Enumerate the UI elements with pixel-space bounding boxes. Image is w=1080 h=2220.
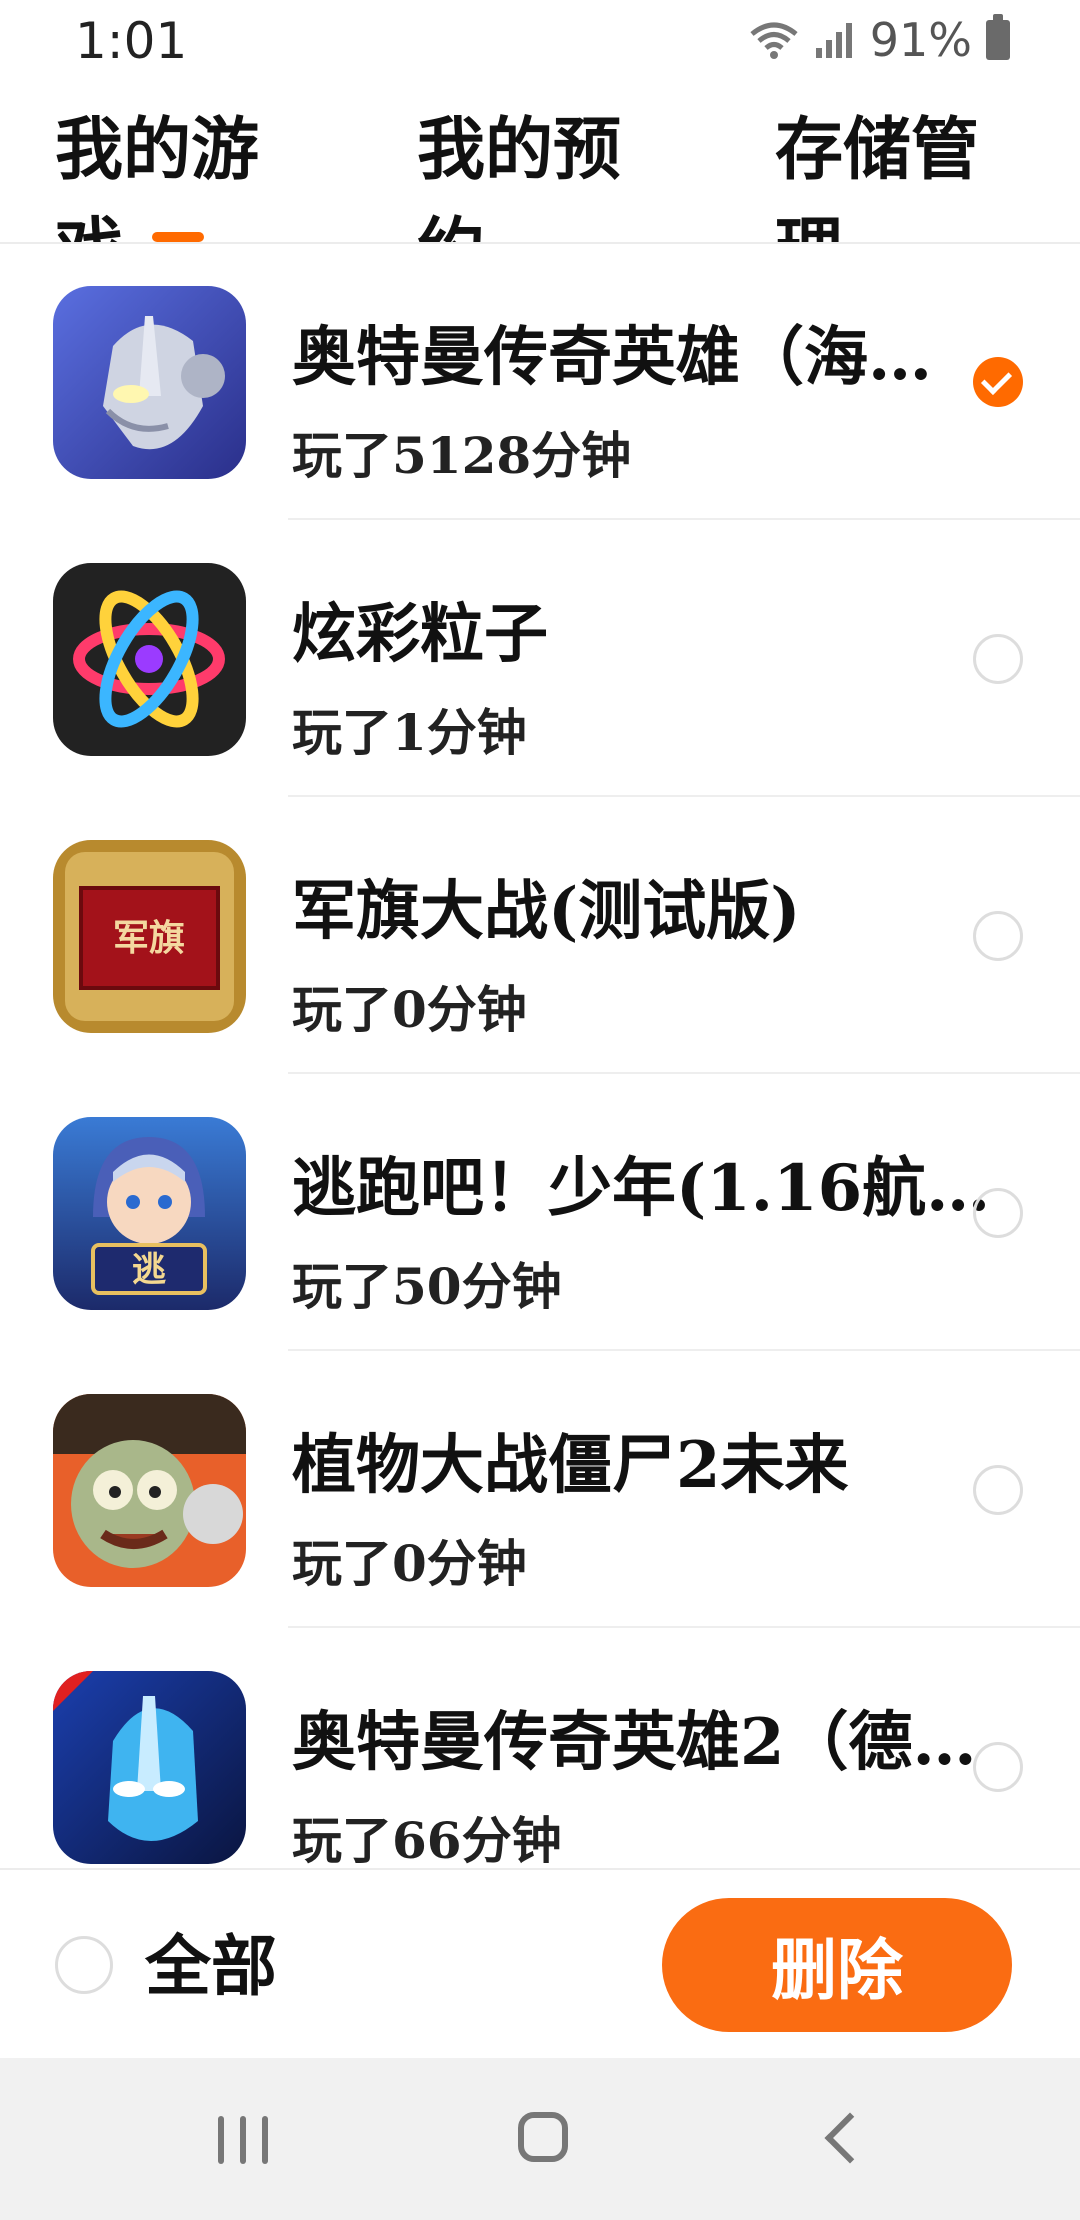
tab-bar: 我的游戏 我的预约 存储管理 bbox=[0, 82, 1080, 244]
atom-particle-icon bbox=[53, 563, 246, 756]
game-playtime: 玩了0分钟 bbox=[292, 1534, 527, 1593]
delete-button[interactable]: 删除 bbox=[662, 1898, 1012, 2032]
select-checkbox[interactable] bbox=[973, 357, 1023, 407]
select-checkbox[interactable] bbox=[973, 1188, 1023, 1238]
select-all-label[interactable]: 全部 bbox=[145, 1928, 277, 2004]
signal-icon bbox=[815, 23, 852, 58]
recent-apps-icon[interactable] bbox=[218, 2116, 268, 2164]
game-title: 炫彩粒子 bbox=[292, 597, 548, 672]
list-item[interactable]: 炫彩粒子 玩了1分钟 bbox=[0, 520, 1080, 797]
list-item[interactable]: 逃 逃跑吧！少年(1.16航… 玩了50分钟 bbox=[0, 1074, 1080, 1351]
status-bar: 1:01 91% bbox=[0, 0, 1080, 82]
game-playtime: 玩了5128分钟 bbox=[292, 426, 632, 485]
status-icons: 91% bbox=[748, 13, 1010, 67]
tab-my-games[interactable]: 我的游戏 bbox=[55, 100, 295, 242]
bottom-action-bar: 全部 删除 bbox=[0, 1868, 1080, 2060]
game-playtime: 玩了50分钟 bbox=[292, 1257, 562, 1316]
select-checkbox[interactable] bbox=[973, 1742, 1023, 1792]
tab-storage-management[interactable]: 存储管理 bbox=[775, 100, 1015, 242]
game-list: 奥特曼传奇英雄（海… 玩了5128分钟 炫彩粒子 玩了1分钟 军旗 军旗大战(测… bbox=[0, 243, 1080, 1868]
game-playtime: 玩了1分钟 bbox=[292, 703, 527, 762]
zombie-icon bbox=[53, 1394, 246, 1587]
active-tab-indicator bbox=[152, 232, 204, 242]
game-title: 逃跑吧！少年(1.16航… bbox=[292, 1151, 991, 1226]
back-icon[interactable] bbox=[824, 2112, 876, 2164]
select-checkbox[interactable] bbox=[973, 911, 1023, 961]
game-playtime: 玩了66分钟 bbox=[292, 1811, 562, 1868]
tab-my-reservations[interactable]: 我的预约 bbox=[417, 100, 657, 242]
battery-icon bbox=[986, 14, 1010, 60]
game-title: 军旗大战(测试版) bbox=[292, 874, 801, 949]
battery-percent: 91% bbox=[869, 13, 972, 67]
wifi-icon bbox=[750, 22, 798, 59]
select-checkbox[interactable] bbox=[973, 634, 1023, 684]
game-title: 奥特曼传奇英雄2（德… bbox=[292, 1705, 977, 1780]
select-checkbox[interactable] bbox=[973, 1465, 1023, 1515]
game-playtime: 玩了0分钟 bbox=[292, 980, 527, 1039]
list-item[interactable]: 植物大战僵尸2未来 玩了0分钟 bbox=[0, 1351, 1080, 1628]
escape-boy-icon: 逃 bbox=[53, 1117, 246, 1310]
game-title: 植物大战僵尸2未来 bbox=[292, 1428, 849, 1503]
select-all-checkbox[interactable] bbox=[55, 1936, 113, 1994]
game-title: 奥特曼传奇英雄（海… bbox=[292, 320, 932, 395]
list-item[interactable]: 奥特曼传奇英雄（海… 玩了5128分钟 bbox=[0, 243, 1080, 520]
ultraman-hero-icon bbox=[53, 286, 246, 479]
army-flag-icon: 军旗 bbox=[53, 840, 246, 1033]
status-time: 1:01 bbox=[75, 12, 188, 70]
list-item[interactable]: 奥特曼传奇英雄2（德… 玩了66分钟 bbox=[0, 1628, 1080, 1868]
ultraman-blue-icon bbox=[53, 1671, 246, 1864]
svg-text:军旗: 军旗 bbox=[113, 917, 185, 959]
list-item[interactable]: 军旗 军旗大战(测试版) 玩了0分钟 bbox=[0, 797, 1080, 1074]
system-nav-bar bbox=[0, 2058, 1080, 2220]
home-icon[interactable] bbox=[518, 2112, 568, 2162]
svg-text:逃: 逃 bbox=[132, 1250, 166, 1290]
